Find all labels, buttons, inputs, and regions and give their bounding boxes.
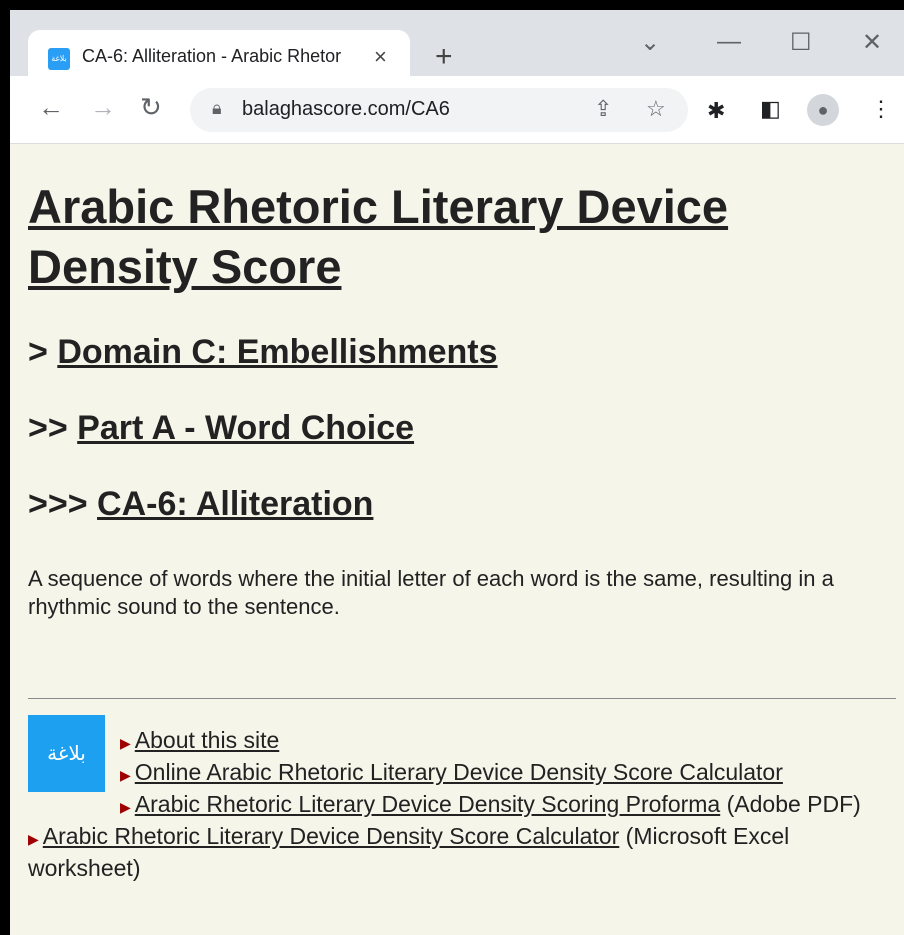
- browser-toolbar: ← → ↻ 🔒︎ balaghascore.com/CA6 ⇪ ☆ ✱ ◧ ● …: [10, 76, 904, 144]
- excel-link[interactable]: Arabic Rhetoric Literary Device Density …: [43, 823, 620, 849]
- url-text[interactable]: balaghascore.com/CA6: [242, 98, 450, 121]
- minimize-icon[interactable]: —: [717, 28, 741, 56]
- breadcrumb-domain: > Domain C: Embellishments: [28, 333, 498, 372]
- tab-title: CA-6: Alliteration - Arabic Rhetor: [82, 46, 342, 66]
- breadcrumb-prefix: >>: [28, 409, 78, 447]
- breadcrumb-device: >>> CA-6: Alliteration: [28, 485, 373, 524]
- domain-link[interactable]: Domain C: Embellishments: [57, 333, 497, 371]
- breadcrumb-part: >> Part A - Word Choice: [28, 409, 414, 448]
- device-description: A sequence of words where the initial le…: [28, 566, 834, 619]
- proforma-suffix: (Adobe PDF): [720, 791, 861, 817]
- star-icon[interactable]: ☆: [646, 96, 666, 122]
- reload-icon[interactable]: ↻: [140, 94, 162, 120]
- window-frame-left: [0, 0, 10, 935]
- breadcrumb-prefix: >>>: [28, 485, 98, 523]
- favicon-icon: بلاغة: [48, 48, 70, 70]
- forward-icon[interactable]: →: [90, 94, 116, 120]
- menu-icon[interactable]: ⋮: [870, 96, 892, 122]
- tab-search-icon[interactable]: ⌄: [640, 28, 660, 57]
- maximize-icon[interactable]: ☐: [790, 28, 812, 57]
- lock-icon: 🔒︎: [212, 98, 222, 118]
- divider: [28, 698, 896, 699]
- about-link[interactable]: About this site: [135, 727, 279, 753]
- device-link[interactable]: CA-6: Alliteration: [97, 485, 373, 523]
- page-title: Arabic Rhetoric Literary Device Density …: [28, 180, 729, 293]
- breadcrumb-prefix: >: [28, 333, 58, 371]
- share-icon[interactable]: ⇪: [594, 96, 612, 122]
- window-frame-top: [0, 0, 904, 10]
- calculator-link[interactable]: Online Arabic Rhetoric Literary Device D…: [135, 759, 783, 785]
- tab-close-icon[interactable]: ×: [374, 44, 387, 70]
- bullet-arrow-icon: ▶: [120, 799, 131, 815]
- bullet-arrow-icon: ▶: [28, 831, 39, 847]
- footer-links: ▶ About this site ▶ Online Arabic Rhetoric…: [28, 726, 898, 883]
- profile-icon[interactable]: ●: [807, 94, 839, 126]
- part-link[interactable]: Part A - Word Choice: [77, 409, 414, 447]
- bullet-arrow-icon: ▶: [120, 735, 131, 751]
- back-icon[interactable]: ←: [38, 94, 64, 120]
- address-bar[interactable]: 🔒︎ balaghascore.com/CA6 ⇪ ☆: [190, 88, 688, 132]
- close-icon[interactable]: ✕: [862, 28, 882, 57]
- bullet-arrow-icon: ▶: [120, 767, 131, 783]
- proforma-link[interactable]: Arabic Rhetoric Literary Device Density …: [135, 791, 720, 817]
- side-panel-icon[interactable]: ◧: [760, 96, 781, 122]
- new-tab-button[interactable]: +: [435, 42, 453, 72]
- extensions-icon[interactable]: ✱: [707, 98, 725, 124]
